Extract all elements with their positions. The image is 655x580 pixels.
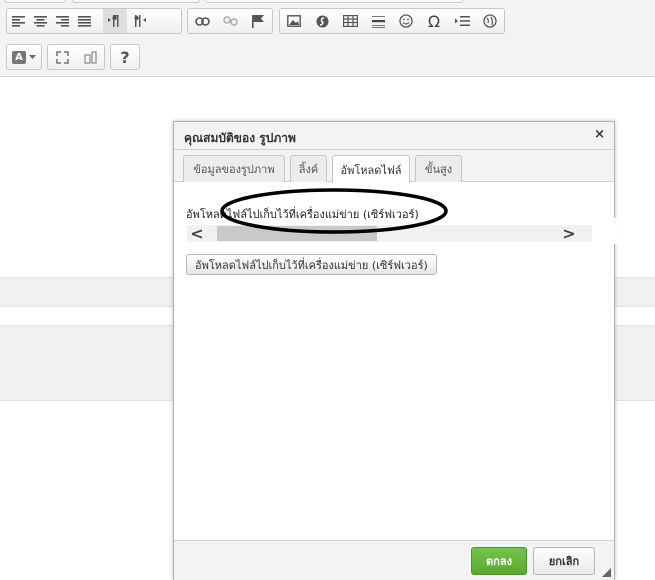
rtl-icon[interactable] — [127, 9, 151, 33]
cancel-button[interactable]: ยกเลิก — [533, 547, 595, 575]
help-icon[interactable]: ? — [111, 45, 139, 69]
insert-group: Ω — [279, 8, 505, 34]
align-left-icon[interactable] — [7, 9, 29, 33]
text-color-icon[interactable]: A — [7, 45, 41, 69]
close-icon[interactable]: × — [594, 127, 605, 142]
tab-link[interactable]: ลิ้งค์ — [290, 155, 327, 182]
view-group — [47, 44, 105, 70]
image-properties-dialog: คุณสมบัติของ รูปภาพ × ข้อมูลของรูปภาพ ลิ… — [173, 121, 618, 580]
align-justify-icon[interactable] — [73, 9, 95, 33]
align-right-icon[interactable] — [51, 9, 73, 33]
text-color-letter: A — [12, 50, 26, 64]
anchor-icon[interactable] — [244, 9, 272, 33]
ltr-icon[interactable] — [103, 9, 127, 33]
dialog-title: คุณสมบัติของ รูปภาพ — [184, 131, 296, 145]
special-char-icon[interactable]: Ω — [420, 9, 448, 33]
scrollbar-end-cap — [592, 218, 618, 244]
unlink-icon[interactable] — [216, 9, 244, 33]
table-icon[interactable] — [336, 9, 364, 33]
dialog-footer: ตกลง ยกเลิก — [174, 540, 614, 580]
iframe-icon[interactable] — [476, 9, 504, 33]
link-icon[interactable] — [188, 9, 216, 33]
resize-grip-icon[interactable] — [602, 568, 611, 577]
horizontal-rule-icon[interactable] — [364, 9, 392, 33]
upload-label: อัพโหลดไฟล์ไปเก็บไว้ที่เครื่องแม่ข่าย (เ… — [186, 208, 419, 221]
image-icon[interactable] — [280, 9, 308, 33]
tab-upload[interactable]: อัพโหลดไฟล์ — [332, 155, 410, 183]
scrollbar-thumb[interactable] — [217, 226, 377, 241]
dialog-tabs: ข้อมูลของรูปภาพ ลิ้งค์ อัพโหลดไฟล์ ขั้นส… — [174, 150, 614, 183]
tab-image-info[interactable]: ข้อมูลของรูปภาพ — [183, 155, 285, 182]
scroll-right-arrow[interactable]: > — [559, 224, 579, 243]
flash-icon[interactable] — [308, 9, 336, 33]
alignment-group — [6, 8, 182, 34]
file-input-scrollbar[interactable]: < > — [187, 218, 618, 244]
align-center-icon[interactable] — [29, 9, 51, 33]
editor-toolbar: Ω A ? — [0, 0, 655, 77]
show-blocks-icon[interactable] — [76, 45, 104, 69]
smiley-icon[interactable] — [392, 9, 420, 33]
page-break-icon[interactable] — [448, 9, 476, 33]
help-group: ? — [110, 44, 140, 70]
upload-to-server-button[interactable]: อัพโหลดไฟล์ไปเก็บไว้ที่เครื่องแม่ข่าย (เ… — [186, 254, 437, 275]
dialog-title-bar[interactable]: คุณสมบัติของ รูปภาพ × — [174, 122, 614, 150]
text-color-group: A — [6, 44, 42, 70]
tab-advanced[interactable]: ขั้นสูง — [415, 155, 462, 182]
scroll-left-arrow[interactable]: < — [187, 224, 207, 243]
maximize-icon[interactable] — [48, 45, 76, 69]
ok-button[interactable]: ตกลง — [471, 547, 527, 575]
link-group — [187, 8, 273, 34]
toolbar-top-strip — [0, 0, 655, 3]
